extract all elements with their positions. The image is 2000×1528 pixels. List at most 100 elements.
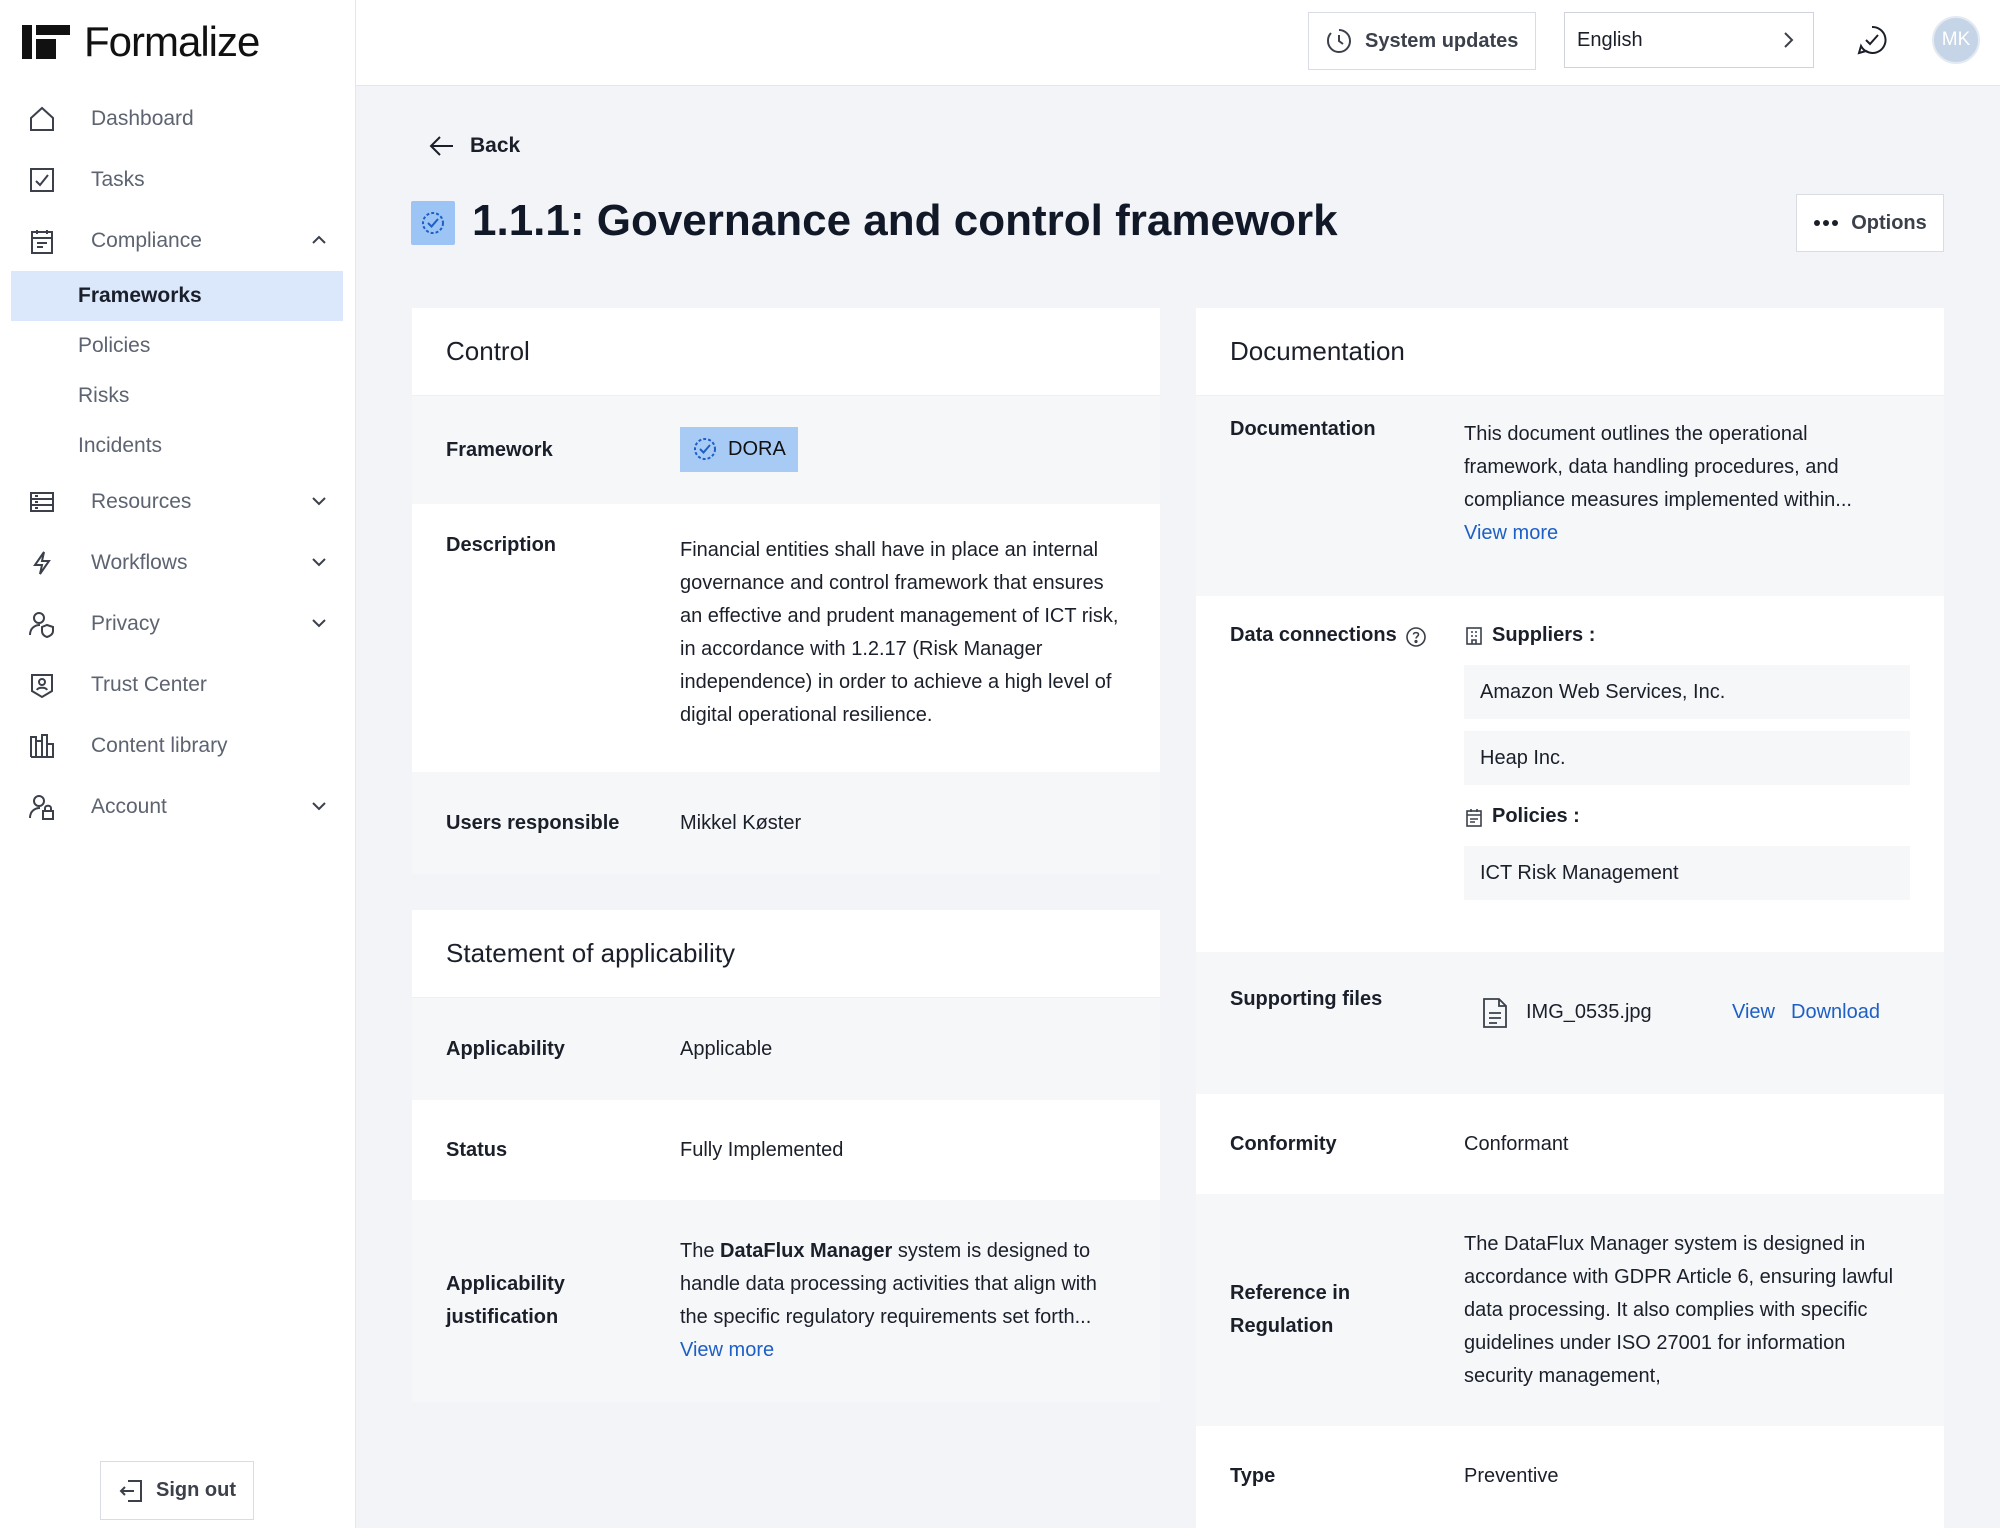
- page-title: 1.1.1: Governance and control framework: [472, 196, 1338, 245]
- sidebar-item-label: Workflows: [91, 550, 188, 574]
- data-connections-row: Data connections Suppliers : Amazon Web …: [1196, 596, 1944, 952]
- status-label: Status: [446, 1138, 508, 1161]
- conformity-label: Conformity: [1230, 1132, 1337, 1155]
- supplier-item[interactable]: Heap Inc.: [1464, 731, 1910, 785]
- users-responsible-row: Users responsible Mikkel Køster: [412, 772, 1160, 874]
- framework-label: Framework: [446, 438, 553, 461]
- suppliers-label: Suppliers :: [1492, 624, 1596, 646]
- sidebar-nav: Dashboard Tasks Compliance Frameworks Po…: [11, 88, 343, 837]
- sidebar-item-privacy[interactable]: Privacy: [11, 593, 343, 654]
- description-label: Description: [446, 534, 557, 556]
- documentation-value-cell: This document outlines the operational f…: [1464, 418, 1910, 596]
- applicability-label: Applicability: [446, 1037, 565, 1060]
- data-connections-label-cell: Data connections: [1230, 624, 1464, 952]
- documentation-row: Documentation This document outlines the…: [1196, 396, 1944, 596]
- sidebar-item-dashboard[interactable]: Dashboard: [11, 88, 343, 149]
- sidebar-subitem-incidents[interactable]: Incidents: [11, 421, 343, 471]
- sign-out-icon: [119, 1479, 142, 1502]
- document-icon: [1483, 997, 1507, 1028]
- framework-row: Framework DORA: [412, 396, 1160, 504]
- options-button[interactable]: Options: [1796, 194, 1944, 252]
- reference-label: Reference in Regulation: [1230, 1282, 1351, 1337]
- sidebar: Formalize Dashboard Tasks Compliance Fra…: [0, 0, 356, 1528]
- system-updates-label: System updates: [1365, 29, 1519, 52]
- supplier-item[interactable]: Amazon Web Services, Inc.: [1464, 665, 1910, 719]
- verified-badge-icon: [411, 201, 455, 245]
- topbar: System updates English MK: [356, 0, 2000, 86]
- sidebar-subitem-frameworks[interactable]: Frameworks: [11, 271, 343, 321]
- documentation-view-more-link[interactable]: View more: [1464, 522, 1558, 544]
- lightning-icon: [27, 548, 57, 578]
- system-updates-button[interactable]: System updates: [1308, 12, 1536, 70]
- file-view-link[interactable]: View: [1732, 996, 1775, 1029]
- framework-value: DORA: [728, 437, 786, 460]
- chat-check-icon[interactable]: [1856, 24, 1888, 61]
- sidebar-item-account[interactable]: Account: [11, 776, 343, 837]
- back-button[interactable]: Back: [428, 132, 520, 160]
- users-responsible-label: Users responsible: [446, 811, 620, 834]
- control-card: Control Framework DORA Description Finan…: [412, 308, 1160, 874]
- description-value: Financial entities shall have in place a…: [680, 539, 1119, 726]
- sign-out-button[interactable]: Sign out: [100, 1461, 254, 1520]
- policy-item[interactable]: ICT Risk Management: [1464, 846, 1910, 900]
- logo[interactable]: Formalize: [22, 18, 260, 66]
- sidebar-subitem-risks[interactable]: Risks: [11, 371, 343, 421]
- user-shield-icon: [27, 609, 57, 639]
- sidebar-item-label: Privacy: [91, 611, 160, 635]
- sidebar-item-workflows[interactable]: Workflows: [11, 532, 343, 593]
- sidebar-item-label: Dashboard: [91, 106, 194, 130]
- language-select[interactable]: English: [1564, 12, 1814, 68]
- reference-value: The DataFlux Manager system is designed …: [1464, 1232, 1894, 1387]
- chevron-down-icon: [312, 558, 326, 567]
- file-download-link[interactable]: Download: [1791, 996, 1880, 1029]
- conformity-value: Conformant: [1464, 1132, 1569, 1155]
- badge-icon: [27, 670, 57, 700]
- framework-value-cell: DORA: [680, 426, 1126, 474]
- justification-view-more-link[interactable]: View more: [680, 1339, 774, 1361]
- justification-label: Applicability justification: [446, 1273, 565, 1328]
- justification-prefix: The: [680, 1240, 721, 1262]
- description-row: Description Financial entities shall hav…: [412, 504, 1160, 772]
- type-label: Type: [1230, 1464, 1276, 1487]
- avatar[interactable]: MK: [1932, 16, 1980, 64]
- users-responsible-value: Mikkel Køster: [680, 811, 802, 834]
- sidebar-item-label: Resources: [91, 489, 192, 513]
- checkbox-icon: [27, 165, 57, 195]
- chevron-down-icon: [312, 802, 326, 811]
- supporting-files-value: IMG_0535.jpg View Download: [1464, 988, 1910, 1094]
- chevron-right-icon: [1784, 32, 1794, 48]
- library-icon: [27, 731, 57, 761]
- file-name: IMG_0535.jpg: [1526, 1001, 1652, 1023]
- reference-row: Reference in Regulation The DataFlux Man…: [1196, 1194, 1944, 1426]
- language-value: English: [1577, 28, 1643, 51]
- framework-chip[interactable]: DORA: [680, 426, 798, 472]
- options-label: Options: [1851, 211, 1927, 234]
- app-name: Formalize: [84, 18, 260, 65]
- sidebar-item-label: Compliance: [91, 228, 202, 252]
- status-value: Fully Implemented: [680, 1138, 844, 1161]
- chevron-down-icon: [312, 497, 326, 506]
- sidebar-item-trust-center[interactable]: Trust Center: [11, 654, 343, 715]
- sidebar-item-label: Content library: [91, 733, 228, 757]
- sidebar-item-resources[interactable]: Resources: [11, 471, 343, 532]
- sidebar-item-tasks[interactable]: Tasks: [11, 149, 343, 210]
- verified-badge-icon: [694, 438, 716, 461]
- justification-value: The DataFlux Manager system is designed …: [680, 1235, 1126, 1367]
- sidebar-subitem-policies[interactable]: Policies: [11, 321, 343, 371]
- back-label: Back: [470, 134, 521, 157]
- control-heading: Control: [412, 308, 1160, 396]
- formalize-logo-icon: [22, 23, 70, 61]
- applicability-row: Applicability Applicable: [412, 998, 1160, 1100]
- documentation-card: Documentation Documentation This documen…: [1196, 308, 1944, 1528]
- supporting-files-label: Supporting files: [1230, 988, 1383, 1010]
- home-icon: [27, 104, 57, 134]
- sidebar-item-content-library[interactable]: Content library: [11, 715, 343, 776]
- data-connections-label: Data connections: [1230, 624, 1397, 646]
- type-value: Preventive: [1464, 1464, 1559, 1487]
- applicability-value: Applicable: [680, 1037, 773, 1060]
- policies-label: Policies :: [1492, 805, 1580, 827]
- sidebar-item-compliance[interactable]: Compliance: [11, 210, 343, 271]
- sign-out-label: Sign out: [156, 1479, 236, 1501]
- clipboard-icon: [27, 226, 57, 256]
- help-circle-icon[interactable]: [1405, 626, 1427, 648]
